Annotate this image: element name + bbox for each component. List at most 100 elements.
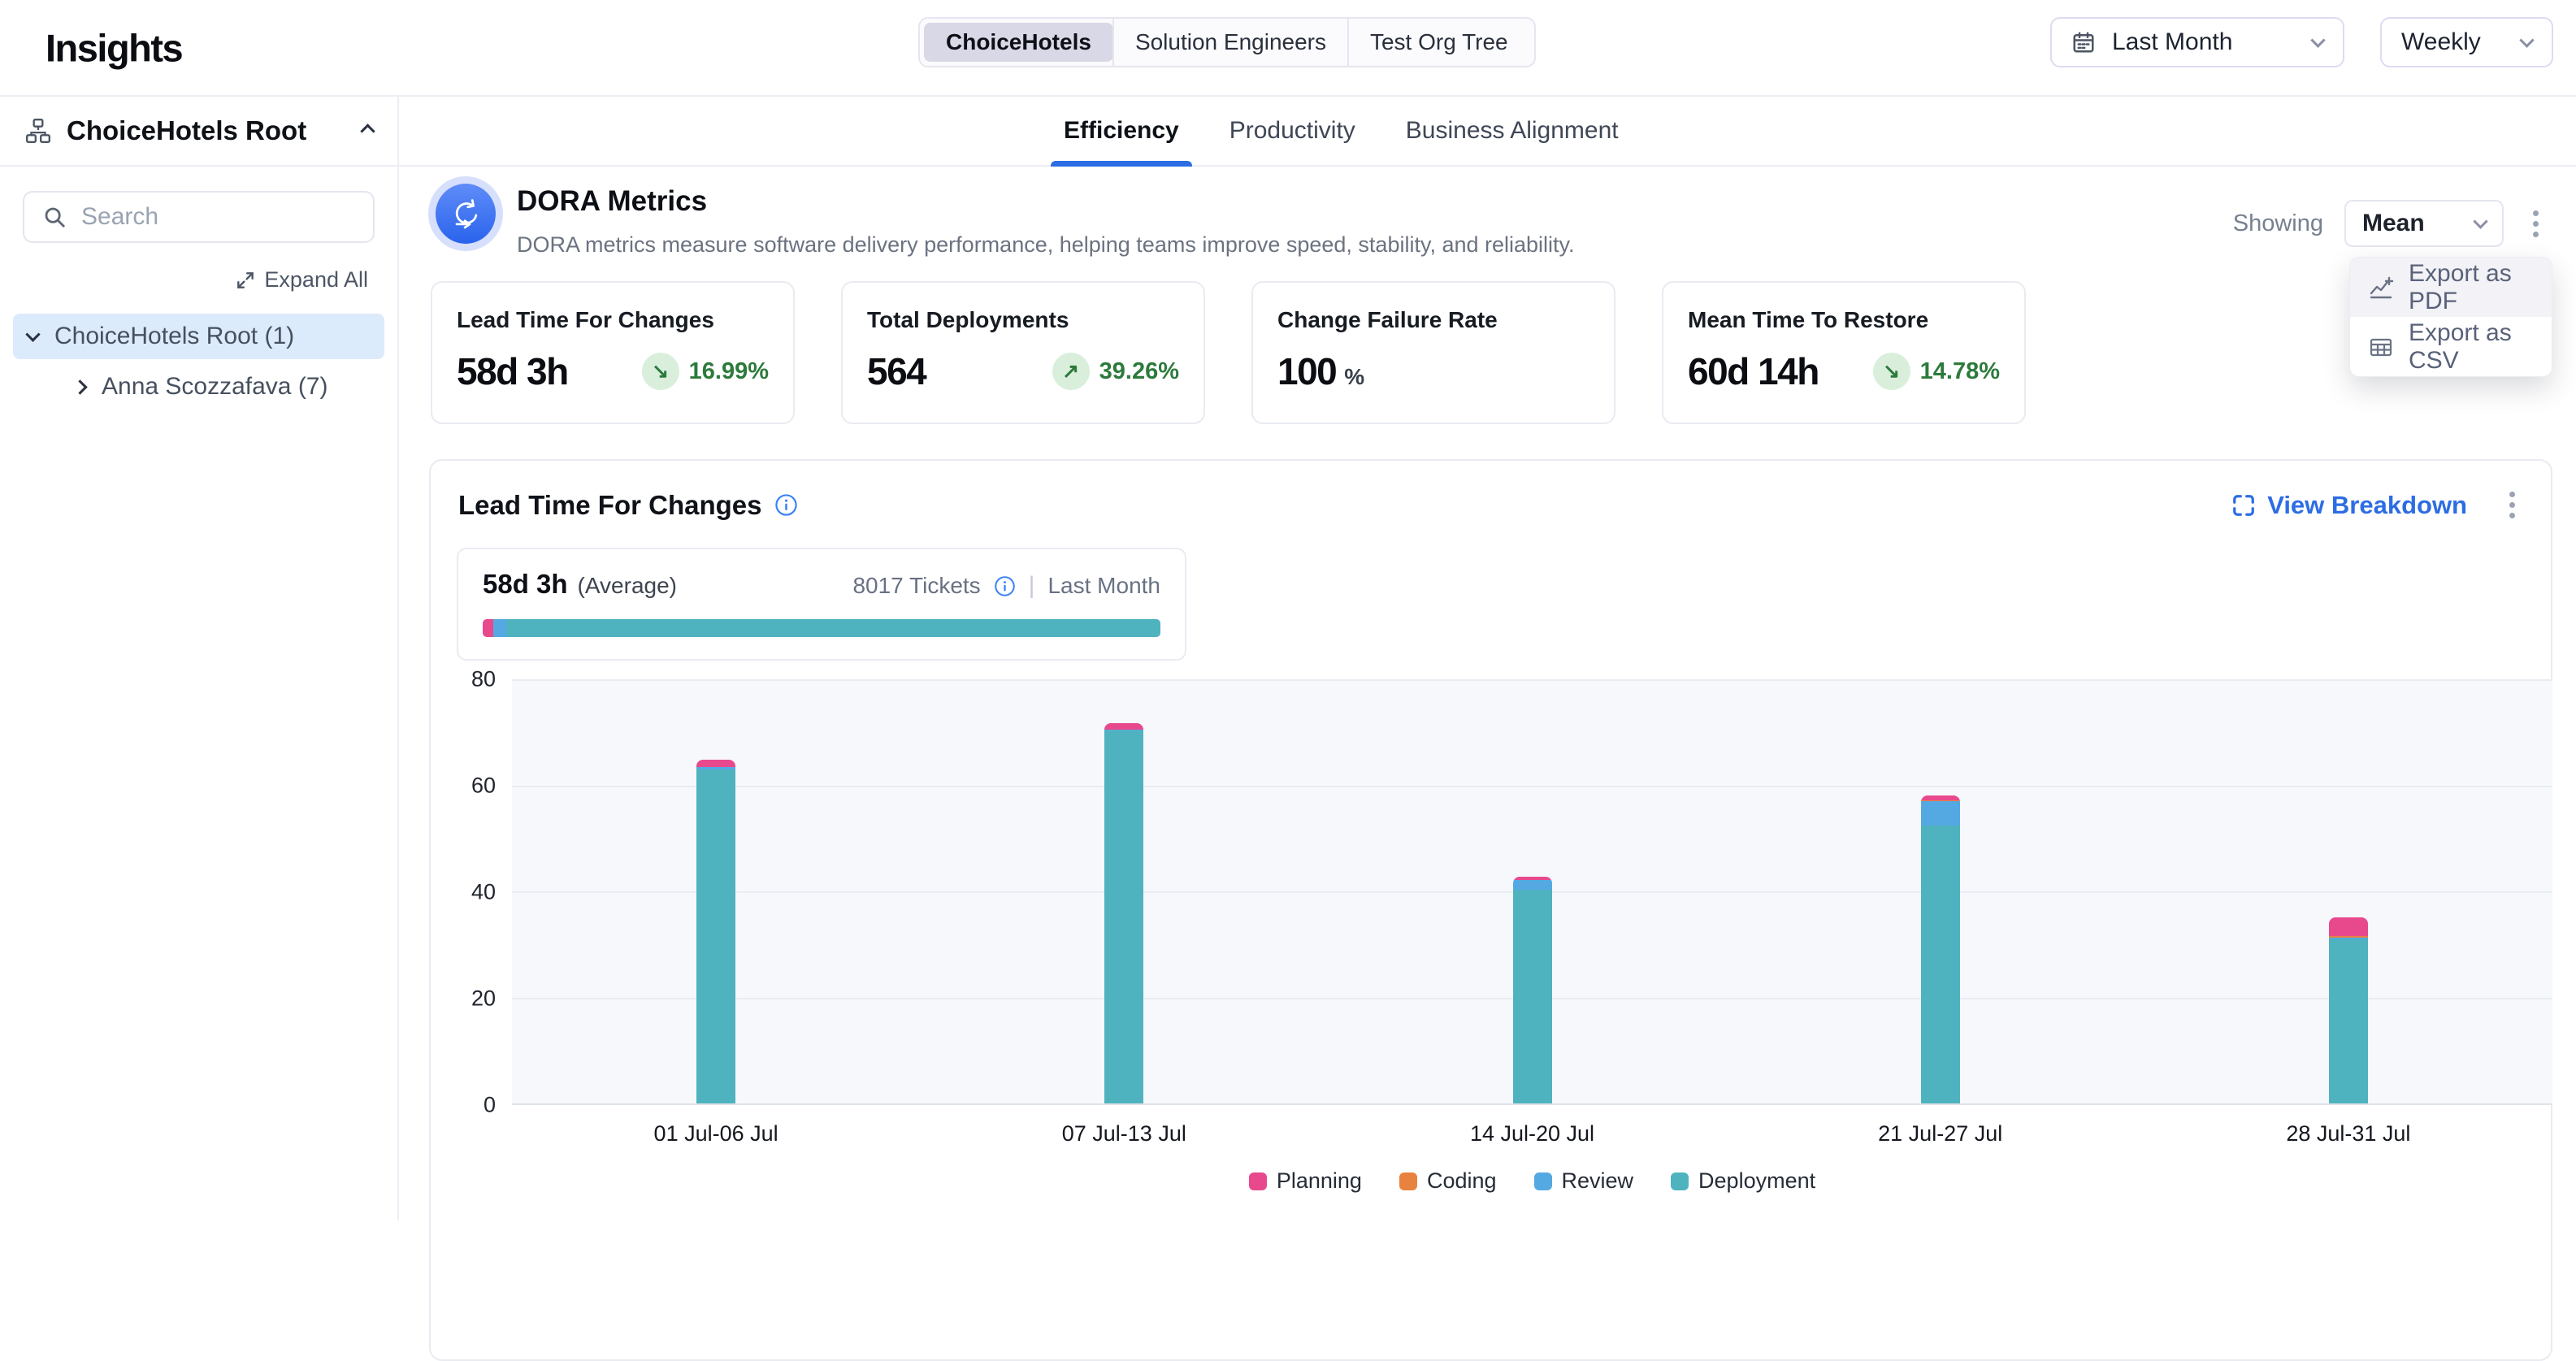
chevron-down-icon[interactable] (25, 327, 40, 341)
granularity-value: Weekly (2401, 28, 2505, 56)
view-breakdown-button[interactable]: View Breakdown (2231, 491, 2467, 520)
kpi-value: 100 (1277, 349, 1336, 393)
chart-line-plus-icon (2368, 275, 2394, 301)
calendar-icon (2071, 30, 2096, 54)
stacked-bar-4[interactable] (1921, 795, 1960, 1103)
section-title: Lead Time For Changes (458, 490, 761, 521)
chevron-down-icon (2310, 33, 2325, 47)
sidebar-header[interactable]: ChoiceHotels Root (0, 97, 397, 167)
top-bar: Insights ChoiceHotels Solution Engineers… (0, 0, 2576, 97)
average-label: (Average) (578, 573, 677, 599)
page-title: Insights (46, 25, 182, 70)
period-label: Last Month (1047, 573, 1160, 599)
legend-swatch (1534, 1172, 1552, 1190)
org-tab-test-org-tree[interactable]: Test Org Tree (1348, 23, 1530, 62)
showing-controls: Showing Mean (2233, 200, 2547, 247)
sidebar-title: ChoiceHotels Root (67, 115, 348, 146)
tree-node-child[interactable]: Anna Scozzafava (7) (0, 364, 397, 410)
bar-segment-planning (696, 760, 735, 766)
export-csv-item[interactable]: Export as CSV (2350, 317, 2552, 376)
kpi-cards: Lead Time For Changes 58d 3h ↘ 16.99% To… (431, 281, 2026, 424)
bar-segment-deployment (696, 769, 735, 1103)
y-tick-label: 60 (471, 774, 496, 799)
stacked-bar-1[interactable] (696, 760, 735, 1103)
stacked-bar-2[interactable] (1104, 723, 1143, 1103)
bar-segment-planning (2329, 917, 2368, 936)
legend-item-review[interactable]: Review (1534, 1168, 1634, 1194)
phase-segment-review (493, 619, 507, 637)
dora-subtitle: DORA metrics measure software delivery p… (517, 232, 1575, 258)
org-tab-solution-engineers[interactable]: Solution Engineers (1113, 23, 1348, 62)
expand-all-button[interactable]: Expand All (235, 267, 368, 293)
tab-productivity[interactable]: Productivity (1229, 97, 1355, 165)
chevron-down-icon (2473, 214, 2487, 228)
date-range-select[interactable]: Last Month (2050, 17, 2344, 67)
bar-segment-deployment (1104, 730, 1143, 1103)
legend-item-coding[interactable]: Coding (1399, 1168, 1497, 1194)
kpi-card-lead-time[interactable]: Lead Time For Changes 58d 3h ↘ 16.99% (431, 281, 795, 424)
x-tick-label: 21 Jul-27 Jul (1878, 1121, 2002, 1146)
view-tabs: Efficiency Productivity Business Alignme… (399, 97, 2576, 167)
granularity-select[interactable]: Weekly (2380, 17, 2553, 67)
org-tree: ChoiceHotels Root (1) Anna Scozzafava (7… (0, 314, 397, 410)
phase-segment-deployment (506, 619, 1160, 637)
kpi-unit: % (1344, 364, 1364, 390)
aggregation-value: Mean (2362, 210, 2475, 237)
stacked-bar-3[interactable] (1513, 877, 1552, 1103)
kpi-card-mean-time-to-restore[interactable]: Mean Time To Restore 60d 14h ↘ 14.78% (1662, 281, 2026, 424)
lead-time-chart: 020406080 01 Jul-06 Jul07 Jul-13 Jul14 J… (431, 679, 2551, 1207)
kpi-value: 564 (867, 349, 926, 393)
phase-distribution-bar (483, 619, 1160, 637)
tab-business-alignment[interactable]: Business Alignment (1406, 97, 1619, 165)
dora-sprint-icon (436, 184, 496, 244)
phase-segment-planning (483, 619, 493, 637)
trend-up-icon: ↗ (1052, 353, 1090, 390)
bar-segment-deployment (1513, 890, 1552, 1103)
aggregation-select[interactable]: Mean (2344, 200, 2504, 247)
chart-legend: Planning Coding Review Deployment (512, 1168, 2552, 1194)
search-input[interactable] (81, 203, 355, 231)
org-tab-choicehotels[interactable]: ChoiceHotels (924, 23, 1113, 62)
table-icon (2368, 334, 2394, 360)
kpi-card-total-deployments[interactable]: Total Deployments 564 ↗ 39.26% (841, 281, 1205, 424)
collapse-chevron-icon[interactable] (360, 124, 375, 138)
trend-down-icon: ↘ (1873, 353, 1910, 390)
dora-title: DORA Metrics (517, 185, 1575, 218)
y-axis: 020406080 (431, 679, 501, 1105)
info-icon[interactable] (774, 493, 798, 517)
bar-segment-review (1921, 801, 1960, 826)
kpi-value: 58d 3h (457, 349, 568, 393)
tab-efficiency[interactable]: Efficiency (1064, 97, 1179, 165)
legend-label: Deployment (1698, 1168, 1815, 1194)
chevron-right-icon[interactable] (72, 379, 87, 394)
stacked-bar-5[interactable] (2329, 917, 2368, 1103)
section-title-row: Lead Time For Changes (458, 490, 798, 521)
x-tick-label: 07 Jul-13 Jul (1062, 1121, 1186, 1146)
x-tick-label: 01 Jul-06 Jul (654, 1121, 778, 1146)
org-tree-sidebar: ChoiceHotels Root Expand All ChoiceHotel… (0, 97, 399, 1220)
dora-kebab-menu-button[interactable] (2525, 204, 2547, 244)
x-axis: 01 Jul-06 Jul07 Jul-13 Jul14 Jul-20 Jul2… (512, 1121, 2552, 1154)
tree-node-root[interactable]: ChoiceHotels Root (1) (13, 314, 384, 359)
main-content: Efficiency Productivity Business Alignme… (399, 97, 2576, 1220)
bar-segment-deployment (1921, 826, 1960, 1103)
trend-badge: ↘ 16.99% (642, 353, 769, 390)
showing-label: Showing (2233, 210, 2323, 237)
kpi-card-change-failure-rate[interactable]: Change Failure Rate 100 % (1251, 281, 1615, 424)
legend-label: Planning (1277, 1168, 1362, 1194)
expand-corners-icon (2231, 493, 2256, 518)
legend-item-deployment[interactable]: Deployment (1671, 1168, 1815, 1194)
legend-label: Review (1562, 1168, 1634, 1194)
export-pdf-item[interactable]: Export as PDF (2350, 258, 2552, 317)
kpi-value: 60d 14h (1688, 349, 1819, 393)
y-tick-label: 0 (484, 1093, 496, 1118)
legend-item-planning[interactable]: Planning (1249, 1168, 1362, 1194)
legend-label: Coding (1427, 1168, 1497, 1194)
info-icon[interactable] (994, 575, 1016, 597)
chevron-down-icon (2519, 33, 2534, 47)
trend-badge: ↘ 14.78% (1873, 353, 2000, 390)
sidebar-search[interactable] (23, 191, 375, 243)
legend-swatch (1249, 1172, 1267, 1190)
section-kebab-menu-button[interactable] (2501, 485, 2523, 525)
gridline (512, 679, 2552, 681)
